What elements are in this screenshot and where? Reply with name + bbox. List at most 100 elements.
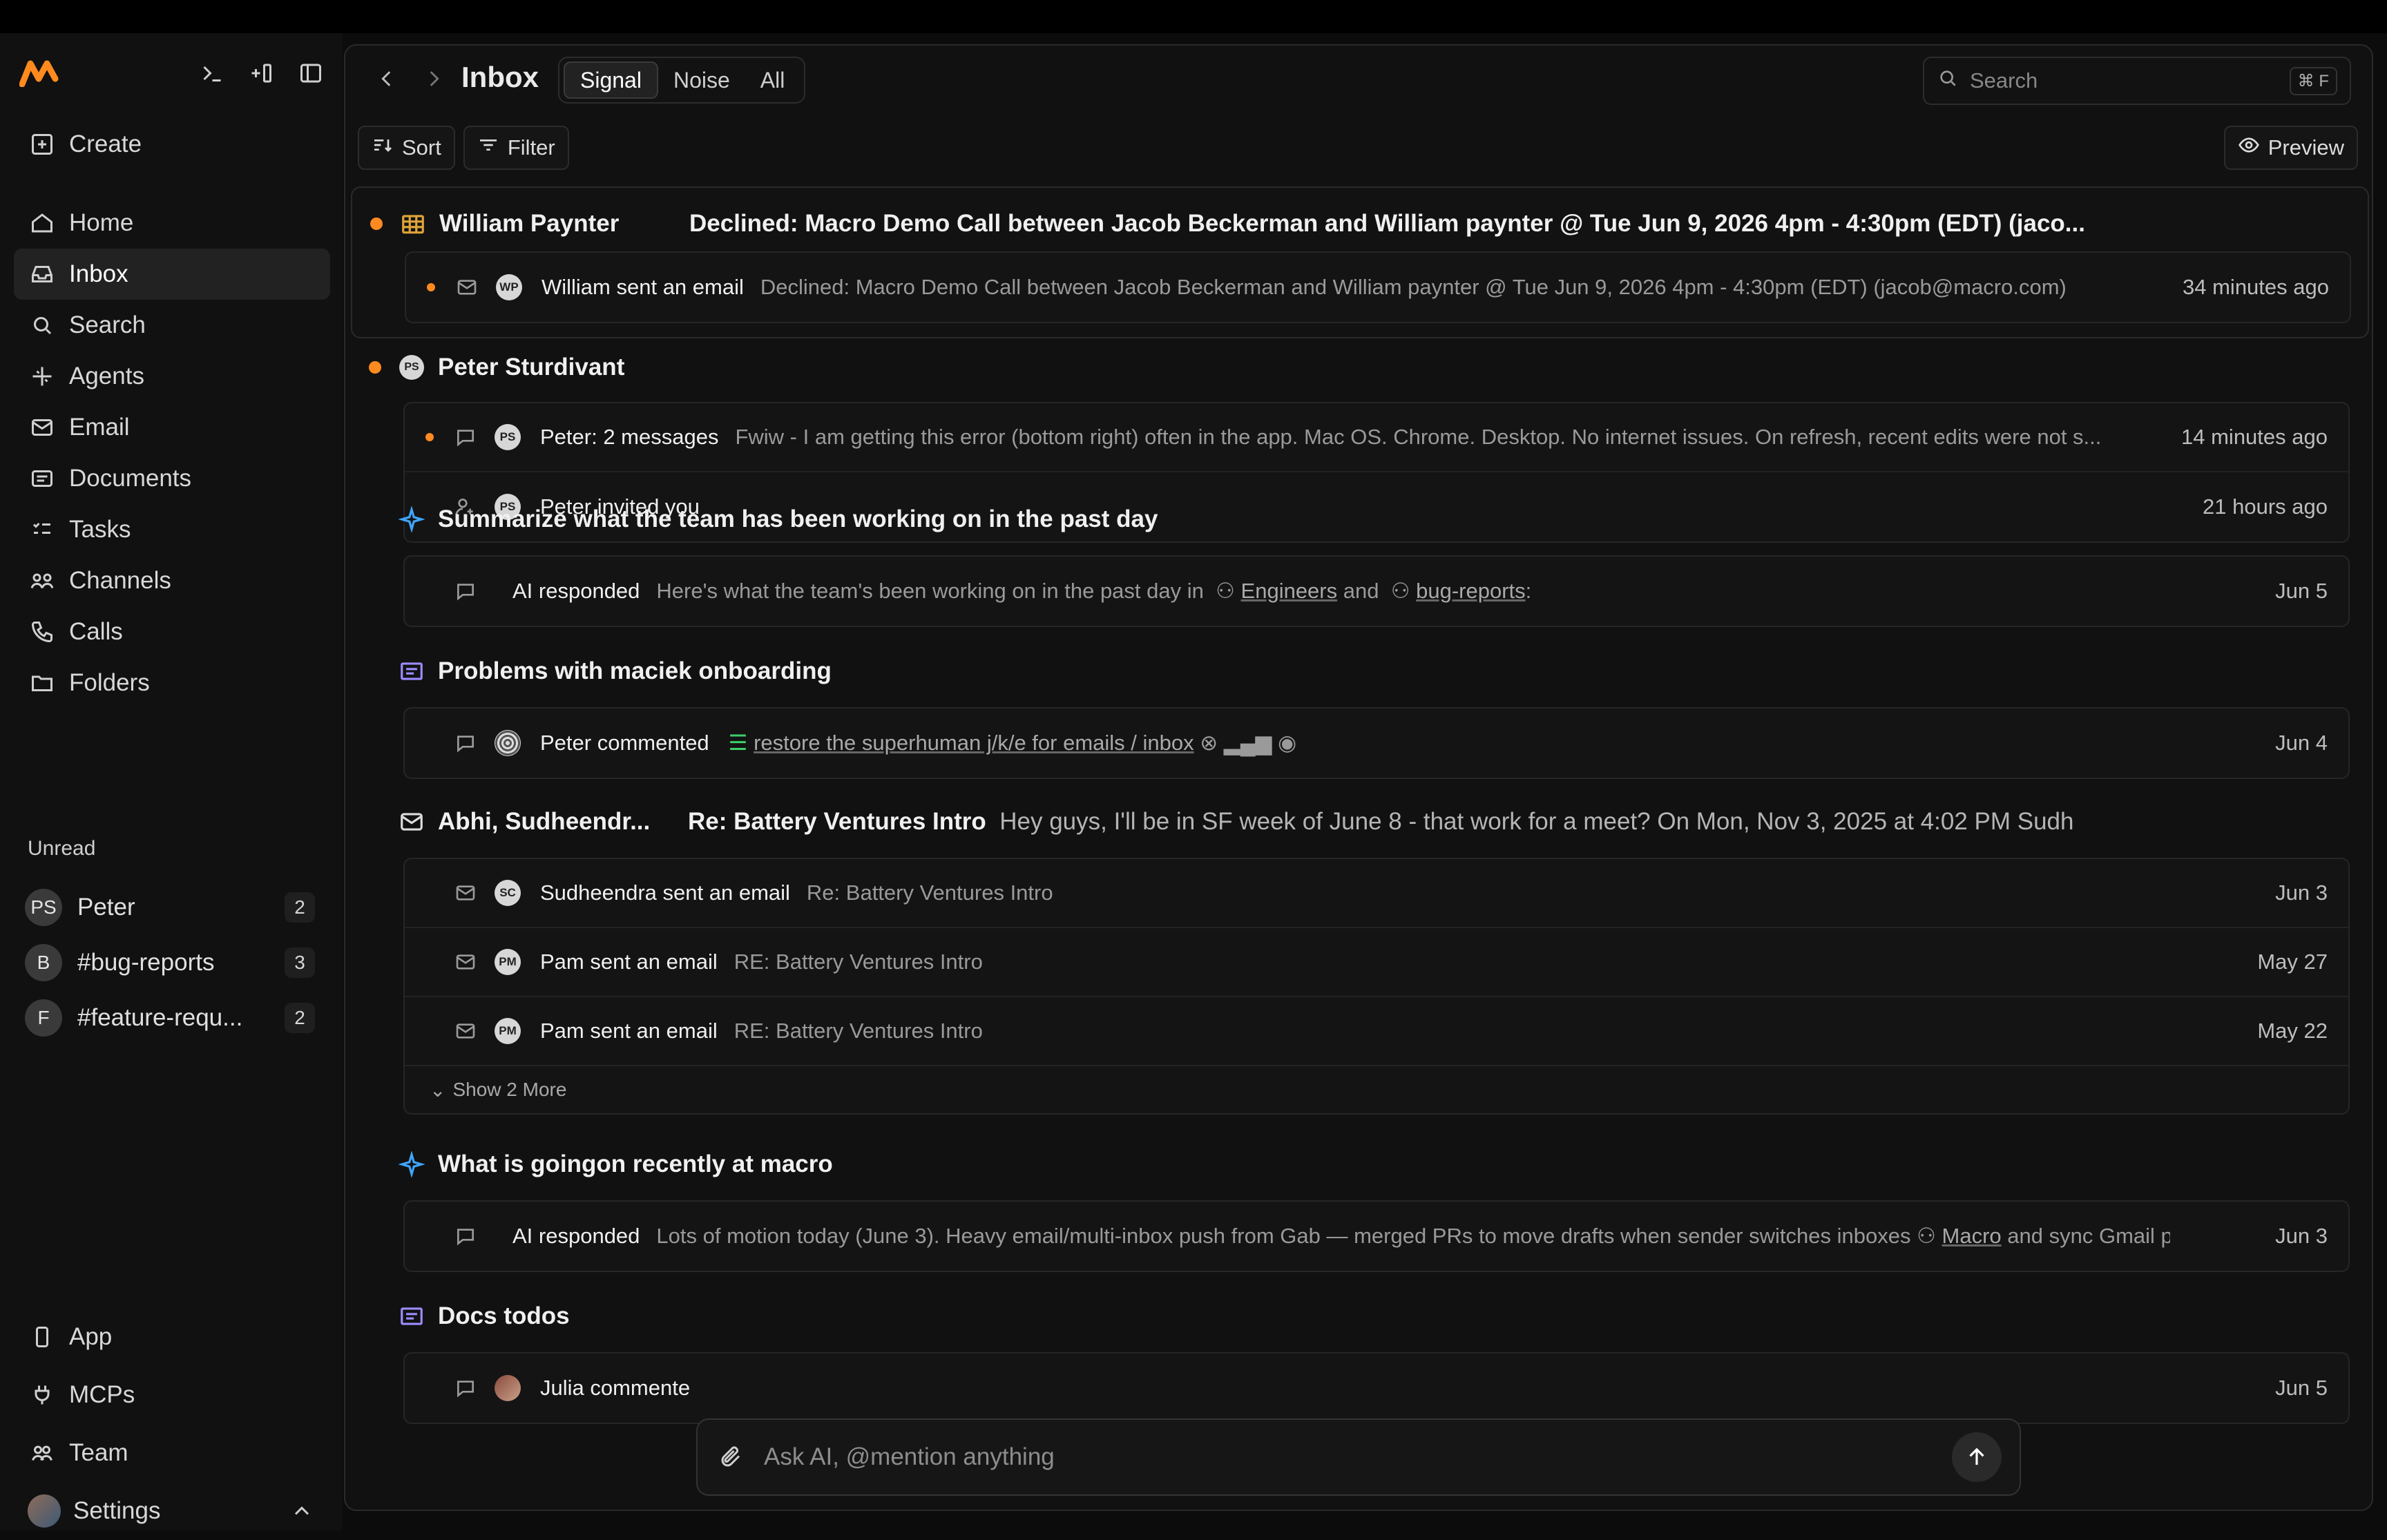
unread-item-peter[interactable]: PS Peter 2 <box>25 880 315 935</box>
channel-link-engineers[interactable]: Engineers <box>1241 579 1338 603</box>
mail-icon <box>453 880 478 905</box>
unread-dot <box>427 283 435 291</box>
mail-icon <box>453 1019 478 1043</box>
row-time: Jun 3 <box>2275 880 2328 905</box>
mail-icon <box>396 807 427 837</box>
add-panel-icon[interactable] <box>246 58 276 88</box>
sparkle-icon <box>396 1149 427 1180</box>
inbox-group-macro[interactable]: What is goingon recently at macro AI res… <box>351 1144 2369 1302</box>
list-item[interactable]: AI responded Lots of motion today (June 3… <box>405 1202 2348 1271</box>
unread-name: Peter <box>77 894 135 921</box>
nav-create[interactable]: Create <box>14 119 330 170</box>
filter-button[interactable]: Filter <box>463 126 569 170</box>
nav-agents[interactable]: Agents <box>14 351 330 402</box>
search-shortcut: ⌘ F <box>2289 66 2337 95</box>
avatar: PS <box>25 889 62 926</box>
sort-button[interactable]: Sort <box>358 126 455 170</box>
list-item[interactable]: Julia commente Jun 5 <box>405 1354 2348 1423</box>
channels-icon: ⚇ <box>1390 579 1410 603</box>
eye-icon <box>2238 134 2260 162</box>
channels-icon <box>28 566 57 595</box>
row-actor: Pam sent an email RE: Battery Ventures In… <box>540 1019 983 1043</box>
sidebar: Create Home Inbox Search Agents Email Do… <box>0 33 343 1530</box>
nav-team[interactable]: Team <box>14 1424 330 1482</box>
inbox-group-battery[interactable]: Abhi, Sudheendr... Re: Battery Ventures … <box>351 801 2369 1115</box>
search-icon <box>1937 67 1970 95</box>
chevron-up-icon[interactable] <box>287 1496 316 1525</box>
channels-icon: ⚇ <box>1216 579 1235 603</box>
top-bar <box>0 0 2387 33</box>
nav-app[interactable]: App <box>14 1308 330 1366</box>
avatar: SC <box>495 880 521 906</box>
unread-item-bug-reports[interactable]: B #bug-reports 3 <box>25 935 315 990</box>
main-panel: Inbox Signal Noise All Search ⌘ F Sort F… <box>344 44 2373 1511</box>
plus-square-icon <box>28 130 57 159</box>
preview-label: Preview <box>2268 135 2344 160</box>
sparkle-icon <box>396 504 427 535</box>
list-item[interactable]: SC Sudheendra sent an email Re: Battery V… <box>405 859 2348 928</box>
channels-icon: ⚇ <box>1917 1224 1936 1248</box>
task-link[interactable]: restore the superhuman j/k/e for emails … <box>754 731 1194 755</box>
nav-settings[interactable]: Settings <box>14 1482 330 1540</box>
nav-tasks[interactable]: Tasks <box>14 504 330 555</box>
mail-icon <box>28 413 57 442</box>
comment-icon <box>453 579 478 604</box>
sparkle-icon <box>28 362 57 391</box>
nav-documents[interactable]: Documents <box>14 453 330 504</box>
document-icon <box>396 656 427 686</box>
unread-dot <box>425 433 434 441</box>
list-item[interactable]: Peter commented ☰ restore the superhuman … <box>405 709 2348 778</box>
nav-label: Inbox <box>69 260 128 287</box>
forward-arrow-icon[interactable] <box>419 64 449 94</box>
nav-calls[interactable]: Calls <box>14 606 330 657</box>
team-icon <box>28 1438 57 1467</box>
nav-channels[interactable]: Channels <box>14 555 330 606</box>
list-item[interactable]: PM Pam sent an email RE: Battery Ventures… <box>405 928 2348 997</box>
nav-label: Agents <box>69 363 144 389</box>
list-item[interactable]: PS Peter: 2 messages Fwiw - I am getting … <box>405 403 2348 472</box>
list-item[interactable]: PM Pam sent an email RE: Battery Ventures… <box>405 997 2348 1066</box>
nav-mcps[interactable]: MCPs <box>14 1366 330 1424</box>
nav-email[interactable]: Email <box>14 402 330 453</box>
sidebar-toggle-icon[interactable] <box>296 58 326 88</box>
macro-logo[interactable] <box>19 58 62 88</box>
unread-list: PS Peter 2 B #bug-reports 3 F #feature-r… <box>25 880 315 1046</box>
preview-button[interactable]: Preview <box>2223 126 2358 170</box>
show-more-button[interactable]: ⌄ Show 2 More <box>405 1066 2348 1113</box>
channel-link-bug-reports[interactable]: bug-reports <box>1416 579 1526 603</box>
tab-all[interactable]: All <box>745 61 801 99</box>
folder-icon <box>28 668 57 697</box>
row-time: Jun 5 <box>2275 579 2328 603</box>
unread-item-feature-requests[interactable]: F #feature-requ... 2 <box>25 990 315 1046</box>
group-name: Problems with maciek onboarding <box>438 657 832 684</box>
row-time: 14 minutes ago <box>2181 425 2328 449</box>
inbox-group-maciek[interactable]: Problems with maciek onboarding Peter co… <box>351 651 2369 809</box>
nav-home[interactable]: Home <box>14 198 330 249</box>
search-input[interactable]: Search ⌘ F <box>1923 57 2351 105</box>
ask-ai-input[interactable]: Ask AI, @mention anything <box>696 1418 2021 1496</box>
group-name: Docs todos <box>438 1302 570 1329</box>
tab-signal[interactable]: Signal <box>564 61 658 99</box>
back-arrow-icon[interactable] <box>372 64 402 94</box>
channel-link-macro[interactable]: Macro <box>1942 1224 2002 1248</box>
tab-noise[interactable]: Noise <box>658 61 745 99</box>
send-button[interactable] <box>1952 1432 2002 1482</box>
nav-folders[interactable]: Folders <box>14 657 330 709</box>
mail-icon <box>453 950 478 974</box>
inbox-group-william[interactable]: William Paynter Declined: Macro Demo Cal… <box>351 186 2369 338</box>
close-circle-icon: ⊗ <box>1200 731 1218 755</box>
list-item[interactable]: AI responded Here's what the team's been … <box>405 557 2348 626</box>
nav-search[interactable]: Search <box>14 300 330 351</box>
nav-inbox[interactable]: Inbox <box>14 249 330 300</box>
terminal-icon[interactable] <box>196 58 227 88</box>
chevron-down-icon: ⌄ <box>430 1079 446 1101</box>
row-actor: Pam sent an email RE: Battery Ventures In… <box>540 950 983 974</box>
group-name: What is goingon recently at macro <box>438 1151 833 1177</box>
unread-dot <box>370 218 383 230</box>
paperclip-icon[interactable] <box>716 1442 746 1472</box>
inbox-group-summarize[interactable]: Summarize what the team has been working… <box>351 499 2369 657</box>
home-icon <box>28 209 57 238</box>
list-item[interactable]: WP William sent an email Declined: Macro … <box>406 253 2350 322</box>
avatar-icon: ◉ <box>1278 731 1297 755</box>
unread-name: #feature-requ... <box>77 1004 243 1031</box>
